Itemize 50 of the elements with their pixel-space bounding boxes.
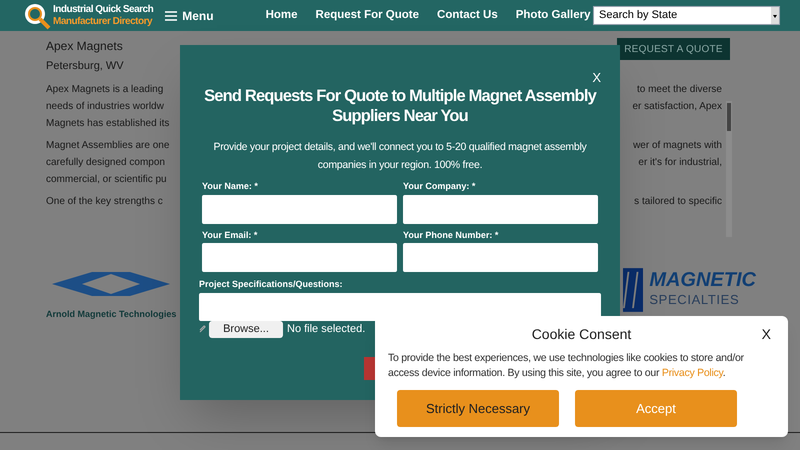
logo-title: MAGNETIC [649, 270, 756, 290]
paragraph-text: er it's for industrial, [638, 156, 722, 170]
paperclip-icon [199, 325, 207, 333]
submit-button[interactable] [364, 357, 375, 380]
diamond-logo-icon [52, 270, 170, 298]
modal-intro: Provide your project details, and we'll connect you to 5-20 qualified magnet assembly companies in your region. 100% free. [212, 140, 588, 173]
state-select[interactable]: Search by State [593, 6, 780, 25]
nav-link[interactable]: Contact Us [437, 6, 498, 24]
modal-title: Send Requests For Quote to Multiple Magnet Assembly Suppliers Near You [203, 86, 598, 126]
field-label: Project Specifications/Questions: [199, 278, 344, 291]
logo-caption: Arnold Magnetic Technologies [46, 308, 176, 321]
m-logo-icon [623, 266, 644, 314]
scrollbar[interactable] [726, 101, 732, 237]
cookie-text: To provide the best experiences, we use technologies like cookies to store and/or access device information. By using this site, you agree to our Privacy Policy. [388, 351, 745, 381]
paragraph-text: to meet the diverse [636, 82, 722, 96]
browse-button[interactable]: Browse... [209, 320, 283, 338]
close-button[interactable]: X [592, 71, 601, 85]
paragraph-text: carefully designed compon [46, 156, 165, 170]
input-field[interactable] [403, 243, 598, 272]
field-label: Your Name: * [202, 180, 259, 193]
field-label: Your Company: * [403, 180, 476, 193]
request-quote-button[interactable]: REQUEST A QUOTE [617, 38, 730, 60]
paragraph-text: er satisfaction, Apex [632, 100, 722, 114]
nav-link[interactable]: Request For Quote [316, 6, 420, 24]
nav-link[interactable]: Home [266, 6, 298, 24]
field-label: Your Email: * [202, 228, 258, 242]
input-field[interactable] [403, 194, 598, 224]
paragraph-text: s tailored to specific [634, 194, 722, 208]
logo-title[interactable]: Industrial Quick Search [53, 4, 154, 16]
paragraph-text: Magnets has established its [46, 116, 170, 130]
paragraph-text: One of the key strengths c [46, 194, 163, 208]
paragraph-text: commercial, or scientific pu [46, 172, 167, 186]
input-field[interactable] [202, 243, 397, 272]
company-location: Petersburg, WV [46, 59, 124, 74]
paragraph-text: needs of industries worldw [46, 100, 164, 114]
specifications-field[interactable] [199, 292, 601, 320]
paragraph-text: Apex Magnets is a leading [46, 82, 164, 96]
file-status: No file selected. [287, 322, 366, 337]
cookie-title: Cookie Consent [532, 324, 632, 344]
menu-button[interactable]: Menu [165, 6, 214, 24]
logo-subtitle: SPECIALTIES [649, 290, 740, 308]
menu-icon [165, 10, 178, 20]
field-label: Your Phone Number: * [403, 228, 500, 242]
cookie-button[interactable]: Strictly Necessary [397, 390, 559, 427]
nav-link[interactable]: Photo Gallery [516, 6, 591, 24]
input-field[interactable] [202, 194, 397, 224]
company-name: Apex Magnets [46, 38, 124, 55]
paragraph-text: Magnet Assemblies are one [46, 138, 170, 152]
paragraph-text: wer of magnets with [633, 138, 722, 152]
close-button[interactable]: X [762, 326, 771, 342]
